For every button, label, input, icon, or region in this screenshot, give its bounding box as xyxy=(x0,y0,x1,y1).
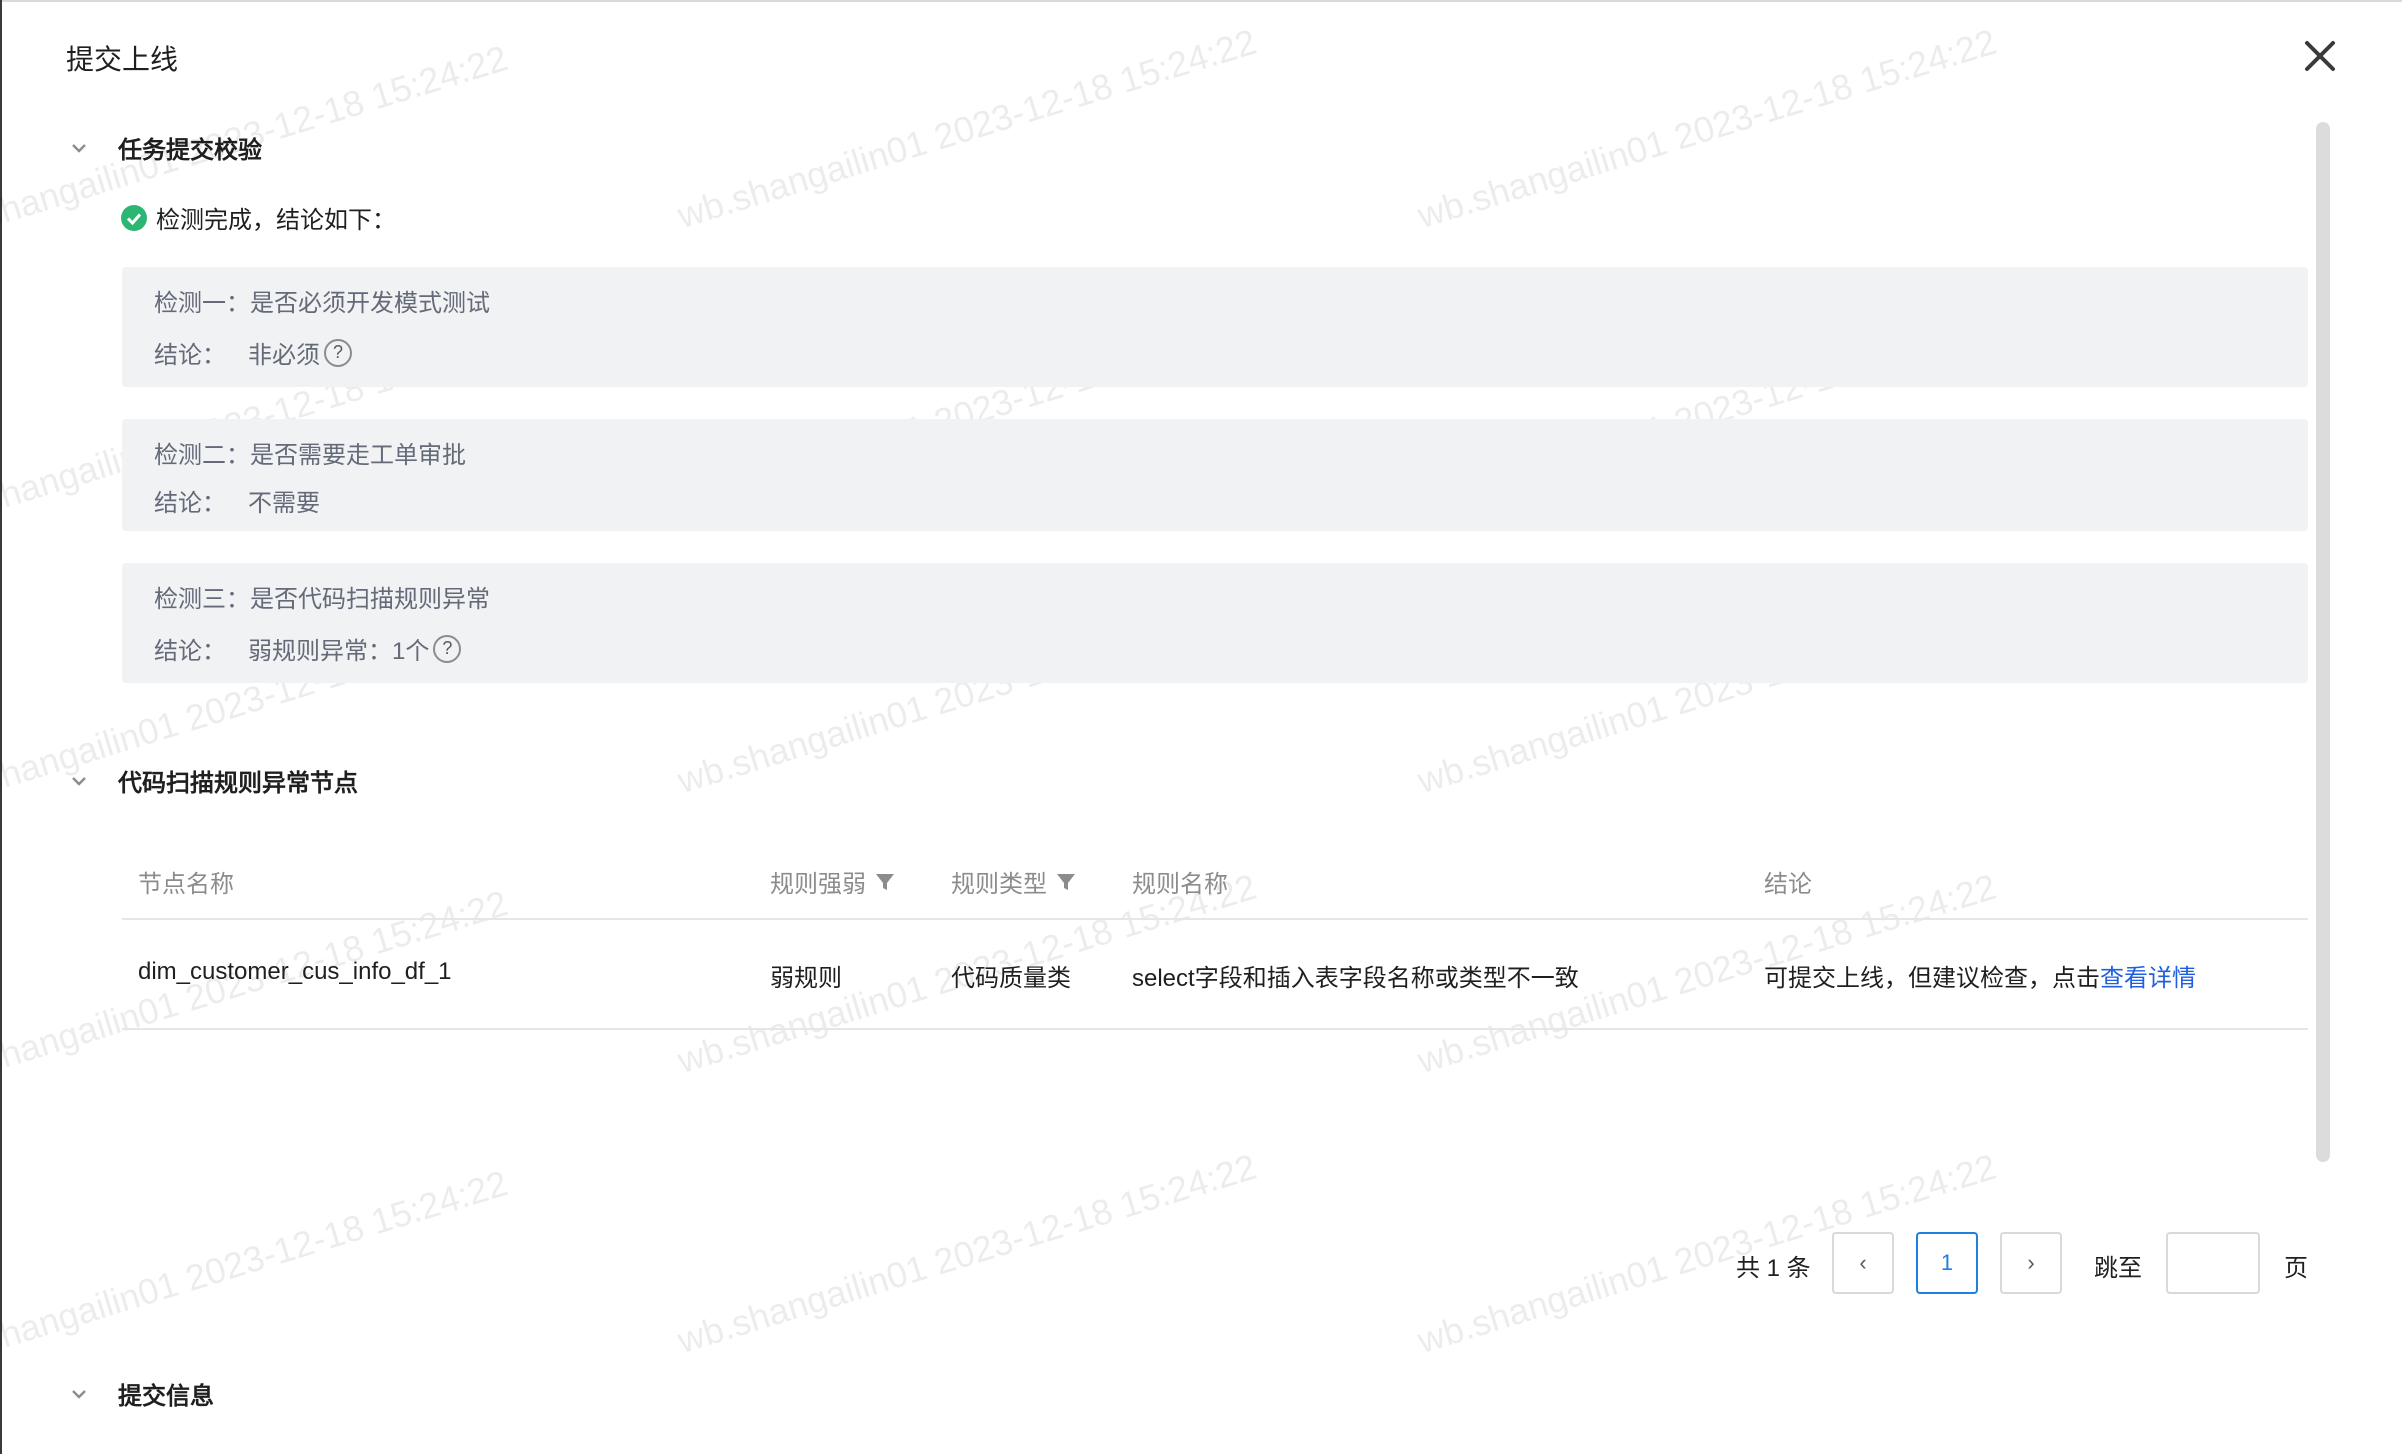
chevron-down-icon xyxy=(72,776,86,786)
conclusion-value: 非必须 xyxy=(248,342,320,369)
column-header-conclusion: 结论 xyxy=(1764,871,1812,898)
check-title: 检测二：是否需要走工单审批 xyxy=(154,442,466,469)
column-header-type: 规则类型 xyxy=(951,864,1077,899)
column-header-strength: 规则强弱 xyxy=(770,864,896,899)
conclusion-label: 结论： xyxy=(154,638,226,665)
chevron-right-icon: › xyxy=(2027,1250,2035,1275)
cell-conclusion: 可提交上线，但建议检查，点击查看详情 xyxy=(1764,958,2196,993)
jump-label: 跳至 xyxy=(2094,1255,2142,1282)
table-row-divider xyxy=(122,1028,2308,1030)
conclusion-value: 不需要 xyxy=(248,490,320,517)
watermark-text: wb.shangailin01 2023-12-18 15:24:22 xyxy=(1412,20,2001,237)
watermark-text: wb.shangailin01 2023-12-18 15:24:22 xyxy=(1412,1145,2001,1362)
check-conclusion: 结论： 弱规则异常：1个 ? xyxy=(154,631,462,666)
view-details-link[interactable]: 查看详情 xyxy=(2100,965,2196,992)
column-header-rule-name: 规则名称 xyxy=(1132,871,1228,898)
cell-strength: 弱规则 xyxy=(770,965,842,992)
conclusion-text: 可提交上线，但建议检查，点击 xyxy=(1764,965,2100,992)
cell-type: 代码质量类 xyxy=(951,965,1071,992)
validation-status: 检测完成，结论如下： xyxy=(120,200,396,235)
conclusion-value: 弱规则异常：1个 xyxy=(248,638,430,665)
watermark-text: shangailin01 2023-12-18 15:24:22 xyxy=(0,1162,513,1362)
column-header-node-name: 节点名称 xyxy=(138,871,234,898)
conclusion-label: 结论： xyxy=(154,342,226,369)
filter-icon[interactable] xyxy=(1055,871,1077,893)
cell-node-name: dim_customer_cus_info_df_1 xyxy=(138,958,452,985)
chevron-left-icon: ‹ xyxy=(1859,1250,1867,1275)
section-header-submit-info[interactable]: 提交信息 xyxy=(66,1376,214,1411)
chevron-down-icon xyxy=(72,143,86,153)
watermark-text: wb.shangailin01 2023-12-18 15:24:22 xyxy=(672,20,1261,237)
check-circle-icon xyxy=(121,204,147,231)
check-card: 检测三：是否代码扫描规则异常 结论： 弱规则异常：1个 ? xyxy=(122,563,2308,683)
close-button[interactable] xyxy=(2300,36,2340,76)
column-header-label: 规则类型 xyxy=(951,871,1047,898)
check-conclusion: 结论： 不需要 xyxy=(154,483,320,518)
next-page-button[interactable]: › xyxy=(2000,1232,2062,1294)
prev-page-button[interactable]: ‹ xyxy=(1832,1232,1894,1294)
chevron-down-icon xyxy=(72,1389,86,1399)
check-conclusion: 结论： 非必须 ? xyxy=(154,335,352,370)
section-header-anomaly[interactable]: 代码扫描规则异常节点 xyxy=(66,763,358,798)
modal-title: 提交上线 xyxy=(66,44,179,75)
help-icon[interactable]: ? xyxy=(324,338,352,367)
modal-left-border xyxy=(0,0,2,1454)
modal-top-border xyxy=(0,0,2402,2)
table-row: dim_customer_cus_info_df_1 弱规则 代码质量类 sel… xyxy=(122,920,2308,1030)
page-suffix: 页 xyxy=(2284,1255,2308,1282)
watermark-text: wb.shangailin01 2023-12-18 15:24:22 xyxy=(672,1145,1261,1362)
cell-rule-name: select字段和插入表字段名称或类型不一致 xyxy=(1132,965,1579,992)
status-text: 检测完成，结论如下： xyxy=(156,207,396,234)
check-title: 检测三：是否代码扫描规则异常 xyxy=(154,586,490,613)
filter-icon[interactable] xyxy=(874,871,896,893)
pagination-total: 共 1 条 xyxy=(1736,1255,1811,1282)
check-title: 检测一：是否必须开发模式测试 xyxy=(154,290,490,317)
jump-page-input[interactable] xyxy=(2166,1232,2260,1294)
conclusion-label: 结论： xyxy=(154,490,226,517)
section-title: 代码扫描规则异常节点 xyxy=(118,770,358,797)
page-number-button[interactable]: 1 xyxy=(1916,1232,1978,1294)
vertical-scrollbar[interactable] xyxy=(2316,122,2330,1162)
section-header-validation[interactable]: 任务提交校验 xyxy=(66,130,262,165)
close-icon xyxy=(2305,41,2335,71)
section-title: 任务提交校验 xyxy=(118,137,262,164)
help-icon[interactable]: ? xyxy=(433,634,462,663)
column-header-label: 规则强弱 xyxy=(770,871,866,898)
section-title: 提交信息 xyxy=(118,1383,214,1410)
check-card: 检测一：是否必须开发模式测试 结论： 非必须 ? xyxy=(122,267,2308,387)
check-card: 检测二：是否需要走工单审批 结论： 不需要 xyxy=(122,419,2308,531)
